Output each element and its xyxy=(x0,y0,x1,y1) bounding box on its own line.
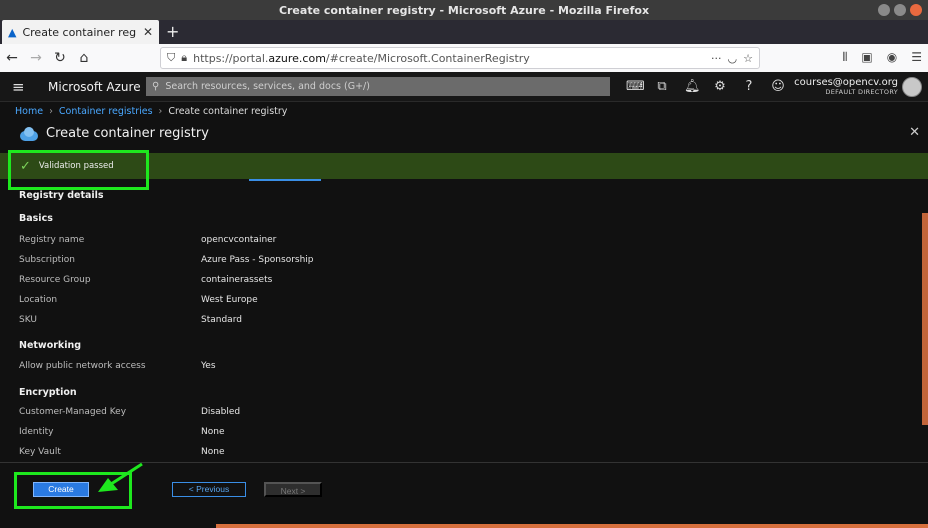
directory-filter-icon[interactable]: ⧉ xyxy=(655,79,669,94)
breadcrumb-registries[interactable]: Container registries xyxy=(59,106,153,117)
close-blade-icon[interactable]: ✕ xyxy=(909,125,920,140)
detail-label: SKU xyxy=(19,315,37,325)
networking-heading: Networking xyxy=(19,340,82,351)
pocket-icon[interactable]: ◡ xyxy=(728,52,738,65)
azure-header: ≡ Microsoft Azure ⚲ ⌨ ⧉ 🔔︎ ⚙ ? ☺ courses… xyxy=(0,72,928,102)
home-icon[interactable]: ⌂ xyxy=(72,50,96,66)
detail-label: Registry name xyxy=(19,235,85,245)
blade-header: Create container registry xyxy=(18,126,209,141)
breadcrumb-separator-icon: › xyxy=(49,106,53,117)
horizontal-scrollbar[interactable] xyxy=(216,524,928,528)
encryption-heading: Encryption xyxy=(19,387,77,398)
library-icon[interactable]: ⫴ xyxy=(842,50,847,65)
next-button[interactable]: Next > xyxy=(264,482,322,497)
search-input[interactable] xyxy=(165,81,586,92)
registry-details-heading: Registry details xyxy=(19,190,104,201)
bookmark-star-icon[interactable]: ☆ xyxy=(743,52,753,65)
detail-value: Standard xyxy=(201,315,242,325)
reload-icon[interactable]: ↻ xyxy=(48,50,72,66)
back-icon[interactable]: ← xyxy=(0,50,24,66)
menu-icon[interactable]: ☰ xyxy=(911,50,922,65)
url-bar[interactable]: ⛉ 🔒︎ https://portal.azure.com/#create/Mi… xyxy=(160,47,760,69)
url-text[interactable]: https://portal.azure.com/#create/Microso… xyxy=(193,52,705,65)
help-icon[interactable]: ? xyxy=(742,79,756,94)
detail-label: Key Vault xyxy=(19,447,61,457)
maximize-button[interactable] xyxy=(894,4,906,16)
detail-value: opencvcontainer xyxy=(201,235,277,245)
browser-tab[interactable]: ▲ Create container registry ✕ xyxy=(2,20,159,44)
tab-strip: ▲ Create container registry ✕ + xyxy=(0,20,928,44)
breadcrumb-current: Create container registry xyxy=(168,106,288,117)
account-info[interactable]: courses@opencv.org DEFAULT DIRECTORY xyxy=(794,77,898,96)
lock-icon[interactable]: 🔒︎ xyxy=(181,51,187,65)
sidebar-icon[interactable]: ▣ xyxy=(861,50,872,65)
detail-value: None xyxy=(201,447,225,457)
forward-icon[interactable]: → xyxy=(24,50,48,66)
detail-value: Yes xyxy=(201,361,216,371)
browser-toolbar-right: ⫴ ▣ ◉ ☰ xyxy=(842,50,922,65)
azure-brand[interactable]: Microsoft Azure xyxy=(48,80,141,94)
detail-value: None xyxy=(201,427,225,437)
active-tab-indicator xyxy=(249,179,321,181)
shield-icon[interactable]: ⛉ xyxy=(167,51,175,65)
page-title: Create container registry xyxy=(46,126,209,141)
account-directory: DEFAULT DIRECTORY xyxy=(825,88,898,96)
account-email: courses@opencv.org xyxy=(794,77,898,88)
previous-button[interactable]: < Previous xyxy=(172,482,246,497)
annotation-arrow-icon xyxy=(98,462,143,492)
detail-label: Allow public network access xyxy=(19,361,146,371)
window-titlebar: Create container registry - Microsoft Az… xyxy=(0,0,928,20)
browser-navbar: ← → ↻ ⌂ ⛉ 🔒︎ https://portal.azure.com/#c… xyxy=(0,44,928,72)
feedback-smiley-icon[interactable]: ☺ xyxy=(771,79,785,94)
detail-label: Location xyxy=(19,295,58,305)
new-tab-button[interactable]: + xyxy=(166,22,179,41)
container-registry-icon xyxy=(18,126,38,141)
header-icons: ⌨ ⧉ 🔔︎ ⚙ ? ☺ xyxy=(626,79,785,94)
breadcrumb-separator-icon: › xyxy=(158,106,163,117)
tab-close-icon[interactable]: ✕ xyxy=(143,25,153,39)
content-scrollbar[interactable] xyxy=(922,213,928,425)
basics-heading: Basics xyxy=(19,213,53,224)
detail-label: Resource Group xyxy=(19,275,91,285)
detail-label: Customer-Managed Key xyxy=(19,407,127,417)
account-icon[interactable]: ◉ xyxy=(887,50,897,65)
notifications-icon[interactable]: 🔔︎ xyxy=(684,79,701,94)
close-window-button[interactable] xyxy=(910,4,922,16)
detail-label: Subscription xyxy=(19,255,75,265)
detail-value: Disabled xyxy=(201,407,241,417)
window-controls xyxy=(878,4,922,16)
detail-value: Azure Pass - Sponsorship xyxy=(201,255,314,265)
detail-label: Identity xyxy=(19,427,54,437)
settings-gear-icon[interactable]: ⚙ xyxy=(713,79,727,94)
breadcrumb: Home › Container registries › Create con… xyxy=(15,106,287,117)
window-title: Create container registry - Microsoft Az… xyxy=(278,3,650,17)
search-icon: ⚲ xyxy=(152,81,160,92)
detail-value: West Europe xyxy=(201,295,258,305)
detail-value: containerassets xyxy=(201,275,273,285)
minimize-button[interactable] xyxy=(878,4,890,16)
azure-favicon-icon: ▲ xyxy=(8,25,17,39)
avatar[interactable] xyxy=(902,77,922,97)
cloud-shell-icon[interactable]: ⌨ xyxy=(626,79,645,94)
breadcrumb-home[interactable]: Home xyxy=(15,106,43,117)
page-actions-icon[interactable]: ··· xyxy=(711,52,722,65)
tab-title: Create container registry xyxy=(22,25,137,39)
global-search[interactable]: ⚲ xyxy=(146,77,610,96)
portal-menu-icon[interactable]: ≡ xyxy=(12,78,25,96)
highlight-box-validation xyxy=(8,150,149,190)
